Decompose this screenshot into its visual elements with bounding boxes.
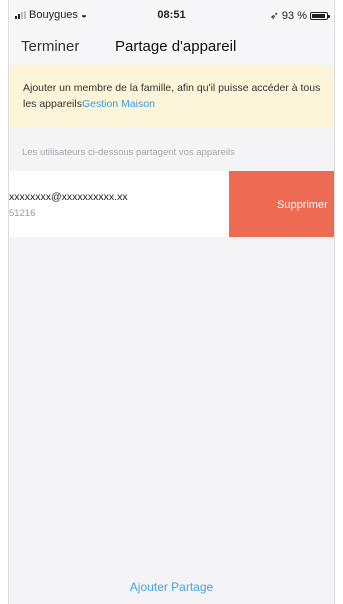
left-bezel (0, 0, 9, 604)
user-email: xxxxxxxx@xxxxxxxxxx.xx (9, 191, 128, 203)
shared-user-row[interactable]: xxxxxxxx@xxxxxxxxxx.xx 51216 Supprimer (9, 171, 334, 237)
location-arrow-icon: ➶ (269, 10, 279, 22)
info-banner: Ajouter un membre de la famille, afin qu… (9, 66, 334, 128)
status-right-group: ➶ 93 % (269, 9, 330, 22)
done-button[interactable]: Terminer (21, 38, 79, 55)
status-bar: Bouygues ◒ 08:51 ➶ 93 % (9, 0, 334, 30)
battery-text: 93 % (281, 9, 307, 22)
user-id: 51216 (9, 208, 36, 219)
nav-bar: Terminer Partage d'appareil (9, 30, 334, 64)
right-bezel (334, 0, 343, 604)
info-banner-text: Ajouter un membre de la famille, afin qu… (23, 82, 321, 110)
delete-button[interactable]: Supprimer (229, 171, 334, 237)
shared-users-header: Les utilisateurs ci-dessous partagent vo… (22, 147, 235, 158)
battery-icon (310, 11, 330, 20)
phone-screen: Bouygues ◒ 08:51 ➶ 93 % Terminer Partage… (0, 0, 343, 604)
gestion-maison-link[interactable]: Gestion Maison (82, 98, 155, 110)
page-title: Partage d'appareil (115, 38, 237, 55)
add-share-button[interactable]: Ajouter Partage (9, 580, 334, 594)
